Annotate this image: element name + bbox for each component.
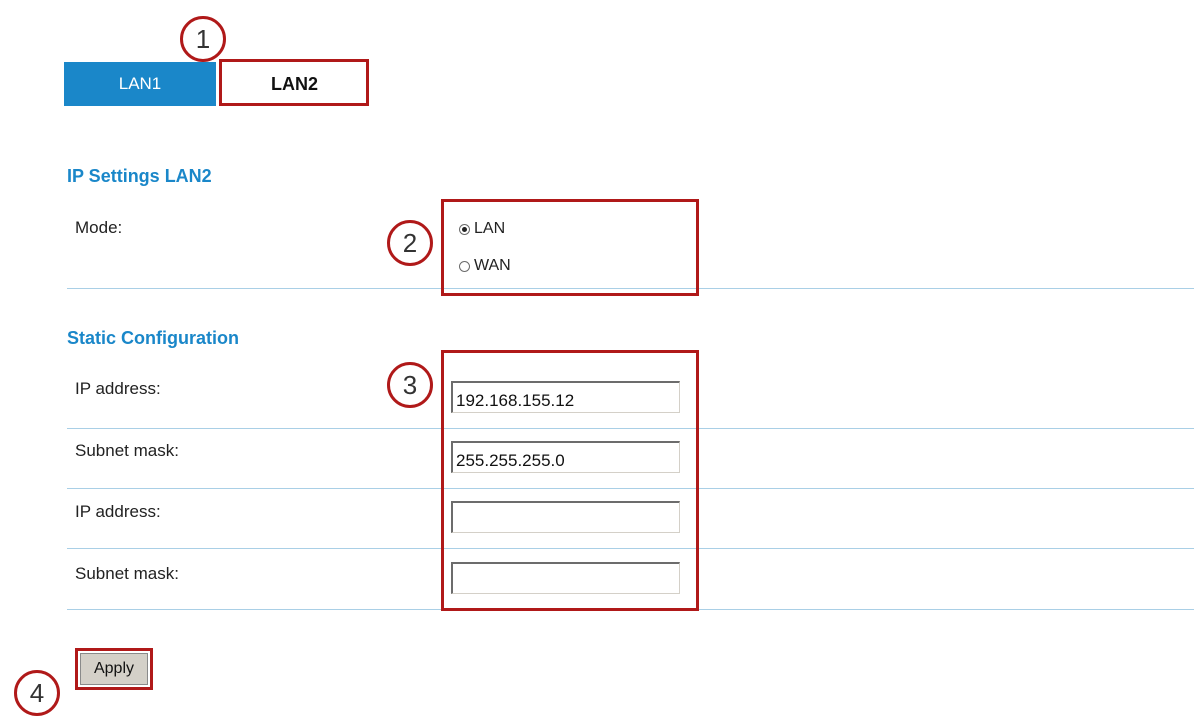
annotation-box-2 bbox=[441, 199, 699, 296]
mode-label: Mode: bbox=[75, 218, 123, 237]
ip-address-label-2: IP address: bbox=[75, 502, 161, 521]
tab-lan1[interactable]: LAN1 bbox=[64, 62, 216, 106]
subnet-mask-label-2: Subnet mask: bbox=[75, 564, 179, 583]
callout-4: 4 bbox=[14, 670, 60, 716]
static-config-heading: Static Configuration bbox=[67, 328, 239, 348]
callout-1: 1 bbox=[180, 16, 226, 62]
callout-2: 2 bbox=[387, 220, 433, 266]
annotation-box-3 bbox=[441, 350, 699, 611]
ip-address-label-1: IP address: bbox=[75, 379, 161, 398]
ip-settings-heading: IP Settings LAN2 bbox=[67, 166, 212, 186]
subnet-mask-label-1: Subnet mask: bbox=[75, 441, 179, 460]
callout-3: 3 bbox=[387, 362, 433, 408]
annotation-box-1 bbox=[219, 59, 369, 106]
annotation-box-4 bbox=[75, 648, 153, 690]
